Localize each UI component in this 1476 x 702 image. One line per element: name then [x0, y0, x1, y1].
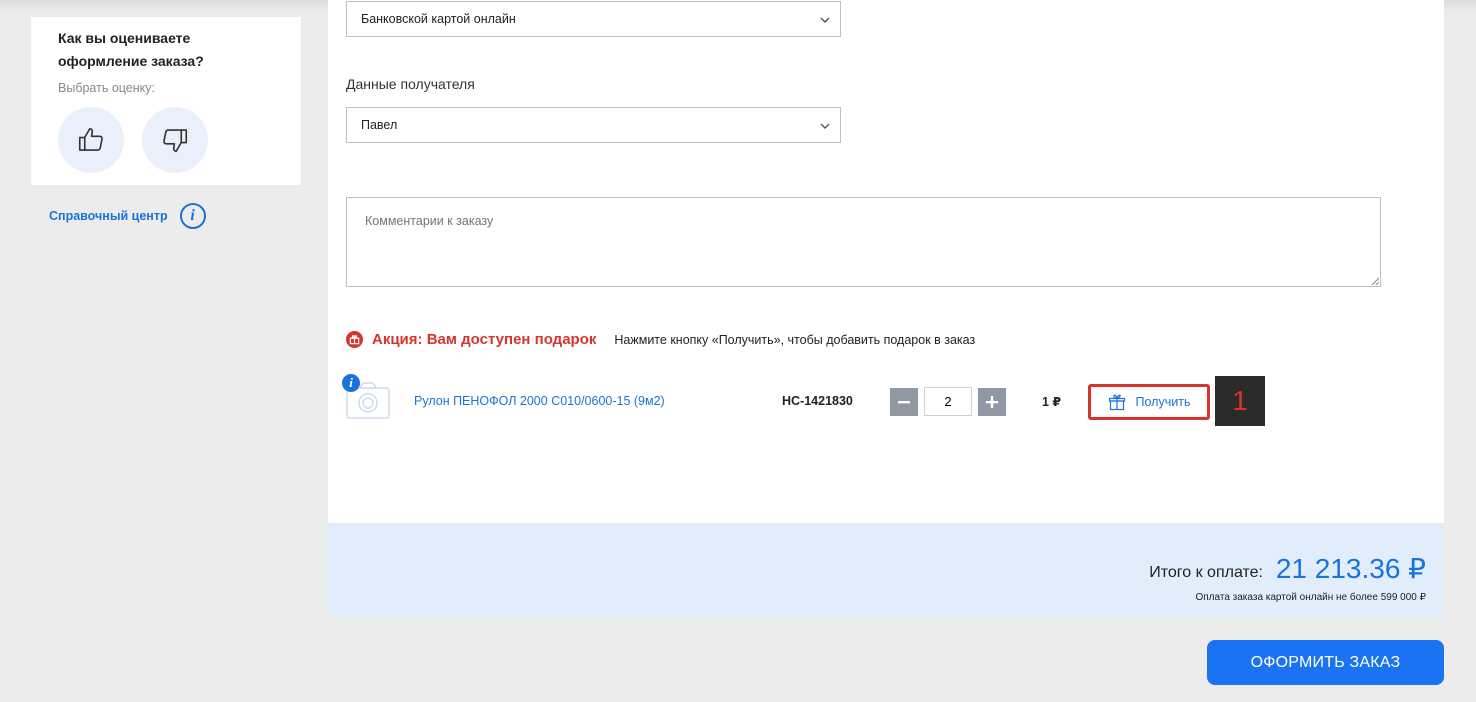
thumbs-down-icon [163, 129, 188, 153]
thumbs-up-icon [78, 127, 103, 151]
total-amount: 21 213.36 ₽ [1275, 553, 1426, 584]
recipient-value: Павел [361, 118, 398, 132]
gift-icon [1108, 394, 1125, 411]
promo-banner: Акция: Вам доступен подарок Нажмите кноп… [346, 331, 975, 348]
gift-icon [346, 331, 363, 348]
rating-buttons [58, 107, 274, 173]
recipient-select[interactable]: Павел [346, 107, 841, 143]
minus-icon [898, 401, 910, 404]
like-button[interactable] [58, 107, 124, 173]
total-panel: Итого к оплате: 21 213.36 ₽ Оплата заказ… [328, 523, 1444, 617]
order-form: Банковской картой онлайн Данные получате… [328, 0, 1444, 523]
get-gift-button[interactable]: Получить [1088, 384, 1210, 420]
chevron-down-icon [820, 123, 830, 129]
place-order-button[interactable]: ОФОРМИТЬ ЗАКАЗ [1207, 640, 1444, 685]
resize-handle-icon[interactable] [1371, 277, 1379, 285]
annotation-marker: 1 [1215, 376, 1265, 426]
promo-hint: Нажмите кнопку «Получить», чтобы добавит… [614, 332, 976, 347]
recipient-label: Данные получателя [346, 76, 475, 92]
rating-title: Как вы оцениваете оформление заказа? [58, 30, 204, 69]
dislike-button[interactable] [142, 107, 208, 173]
help-center-label: Справочный центр [49, 209, 168, 223]
plus-icon [986, 396, 998, 408]
product-code: НС-1421830 [782, 394, 853, 408]
quantity-increase-button[interactable] [978, 388, 1006, 416]
product-name-link[interactable]: Рулон ПЕНОФОЛ 2000 С010/0600-15 (9м2) [414, 394, 665, 408]
rating-card: Как вы оцениваете оформление заказа? Выб… [31, 17, 301, 185]
quantity-input[interactable] [924, 387, 972, 416]
product-price: 1 ₽ [1042, 395, 1062, 409]
payment-method-select[interactable]: Банковской картой онлайн [346, 1, 841, 37]
chevron-down-icon [820, 17, 830, 23]
order-comment-input[interactable] [346, 197, 1381, 287]
payment-limit-note: Оплата заказа картой онлайн не более 599… [1195, 592, 1426, 603]
payment-method-value: Банковской картой онлайн [361, 12, 516, 26]
total-label: Итого к оплате: [1149, 564, 1263, 581]
checkout-page: Как вы оцениваете оформление заказа? Выб… [0, 0, 1476, 702]
help-center-link[interactable]: Справочный центр i [49, 203, 206, 229]
gift-product-row: i Рулон ПЕНОФОЛ 2000 С010/0600-15 (9м2) … [342, 374, 1286, 427]
get-gift-label: Получить [1135, 395, 1191, 409]
product-info-icon[interactable]: i [342, 374, 360, 392]
rating-subtitle: Выбрать оценку: [58, 81, 155, 95]
promo-title: Акция: Вам доступен подарок [372, 331, 597, 348]
quantity-decrease-button[interactable] [890, 388, 918, 416]
info-icon: i [179, 203, 206, 229]
